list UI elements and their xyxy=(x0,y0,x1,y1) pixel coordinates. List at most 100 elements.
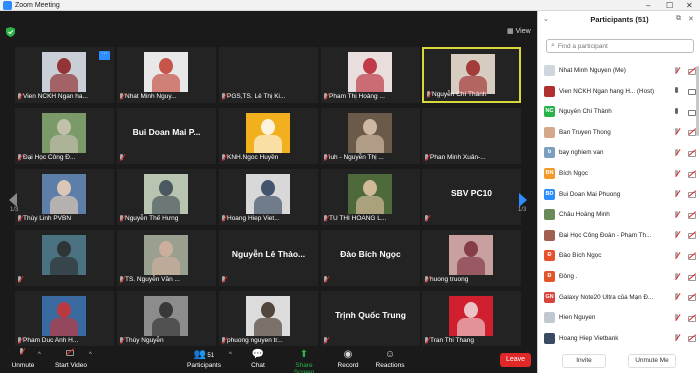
participants-button[interactable]: 👥51 Participants xyxy=(186,348,222,369)
audio-options-caret-icon[interactable]: ^ xyxy=(38,352,41,358)
camera-off-icon xyxy=(688,190,696,199)
minimize-button[interactable]: – xyxy=(646,0,650,11)
video-tile[interactable]: KNH.Ngoc Huyền xyxy=(219,108,318,164)
unmute-me-button[interactable]: Unmute Me xyxy=(628,354,676,368)
participant-row[interactable]: Vien NCKH Ngan hang H... (Host) xyxy=(544,85,696,98)
participant-status-icons xyxy=(674,190,696,199)
microphone-muted-icon xyxy=(424,153,430,162)
participant-name: iuh - Nguyễn Thị ... xyxy=(329,154,384,161)
window-title: Zoom Meeting xyxy=(15,2,60,9)
video-tile[interactable]: Bui Doan Mai P... xyxy=(117,108,216,164)
microphone-muted-icon xyxy=(674,272,682,281)
video-tile[interactable]: Thúy Nguyễn xyxy=(117,291,216,347)
reactions-button[interactable]: ☺ Reactions xyxy=(375,348,405,369)
search-placeholder: Find a participant xyxy=(557,42,608,50)
participant-row[interactable]: Hoang Hiep Vietbank xyxy=(544,332,696,345)
close-button[interactable]: ✕ xyxy=(686,0,693,11)
video-tile[interactable]: Đại Học Công Đ... xyxy=(15,108,114,164)
participant-row[interactable]: Châu Hoàng Minh xyxy=(544,208,696,221)
participant-name: Bui Doan Mai Phuong xyxy=(559,190,621,198)
participant-search-input[interactable]: ⌕ Find a participant xyxy=(546,39,694,53)
participant-status-icons xyxy=(674,251,696,260)
microphone-muted-icon xyxy=(674,66,682,75)
participant-row[interactable]: Đ Đào Bích Ngọc xyxy=(544,249,696,262)
participant-name: PGS,TS. Lê Thị Ki... xyxy=(227,93,286,100)
leave-button[interactable]: Leave xyxy=(500,353,531,367)
share-screen-label: Share Screen xyxy=(293,362,315,373)
video-tile[interactable]: Trịnh Quốc Trung xyxy=(321,291,420,347)
tile-name-label: Đại Học Công Đ... xyxy=(17,153,75,162)
participant-row[interactable]: GN Galaxy Note20 Ultra của Mạn Đ... xyxy=(544,291,696,304)
participant-row[interactable]: b bay nghiem van xyxy=(544,146,696,159)
video-tile[interactable]: Pham Duc Anh H... xyxy=(15,291,114,347)
video-tile[interactable]: ··· Vien NCKH Ngan ha... xyxy=(15,47,114,103)
previous-page-arrow-icon[interactable] xyxy=(9,193,18,207)
tile-more-options-icon[interactable]: ··· xyxy=(99,50,110,60)
microphone-muted-icon xyxy=(674,190,682,198)
participant-row[interactable]: Ban Truyen Thong xyxy=(544,126,696,139)
participant-row[interactable]: Đ Đông . xyxy=(544,270,696,283)
start-video-button[interactable]: Start Video xyxy=(54,348,88,369)
video-tile[interactable]: Nguyễn Lê Thảo... xyxy=(219,230,318,286)
video-tile[interactable]: iuh - Nguyễn Thị ... xyxy=(321,108,420,164)
camera-off-icon xyxy=(688,170,696,178)
next-page-arrow-icon[interactable] xyxy=(518,193,527,207)
video-tile[interactable]: huong truong xyxy=(422,230,521,286)
microphone-muted-icon xyxy=(119,214,125,223)
participant-list-scrollbar[interactable] xyxy=(696,66,699,136)
microphone-muted-icon xyxy=(10,348,36,361)
participant-row[interactable]: BD Bui Doan Mai Phuong xyxy=(544,188,696,201)
avatar: b xyxy=(544,147,555,159)
video-tile[interactable]: Đào Bích Ngọc xyxy=(321,230,420,286)
video-options-caret-icon[interactable]: ^ xyxy=(89,352,92,358)
video-tile[interactable]: Nhat Minh Nguy... xyxy=(117,47,216,103)
video-tile[interactable]: phuong nguyen tr... xyxy=(219,291,318,347)
video-tile[interactable] xyxy=(15,230,114,286)
camera-off-icon xyxy=(688,293,696,302)
tile-name-label xyxy=(17,275,23,284)
participants-options-caret-icon[interactable]: ^ xyxy=(229,352,232,358)
microphone-muted-icon xyxy=(674,231,682,239)
video-tile[interactable]: Thùy Linh PVBN xyxy=(15,169,114,225)
participant-row[interactable]: Hien Nguyen xyxy=(544,311,696,324)
popout-icon[interactable]: ⧉ xyxy=(676,15,681,23)
video-tile[interactable]: TS. Nguyễn Văn ... xyxy=(117,230,216,286)
video-tile[interactable]: SBV PC10 xyxy=(422,169,521,225)
record-button[interactable]: ◉ Record xyxy=(336,348,360,369)
camera-off-icon xyxy=(688,231,696,240)
video-tile[interactable]: PGS,TS. Lê Thị Ki... xyxy=(219,47,318,103)
panel-close-icon[interactable]: ✕ xyxy=(688,15,694,23)
video-tile[interactable]: Nguyễn Chí Thành xyxy=(422,47,521,103)
microphone-muted-icon xyxy=(674,169,682,178)
tile-name-label: Hoang Hiep Viet... xyxy=(221,214,280,223)
video-tile[interactable]: Hoang Hiep Viet... xyxy=(219,169,318,225)
video-tile[interactable]: Tran Thi Thang xyxy=(422,291,521,347)
microphone-muted-icon xyxy=(674,210,682,219)
video-tile[interactable]: Phan Minh Xuân-... xyxy=(422,108,521,164)
video-tile[interactable]: Nguyễn Thế Hưng xyxy=(117,169,216,225)
participant-name: Thùy Linh PVBN xyxy=(23,215,72,222)
participant-row[interactable]: NC Nguyễn Chí Thành xyxy=(544,105,696,118)
participant-row[interactable]: BN Bích Ngọc xyxy=(544,167,696,180)
avatar xyxy=(544,126,555,138)
unmute-button[interactable]: Unmute xyxy=(10,348,36,369)
microphone-muted-icon xyxy=(17,153,23,162)
start-video-label: Start Video xyxy=(54,362,88,369)
invite-button[interactable]: Invite xyxy=(562,354,606,368)
participant-status-icons xyxy=(674,169,696,178)
video-tile[interactable]: TU THI HOANG L... xyxy=(321,169,420,225)
tile-name-label: huong truong xyxy=(424,275,468,284)
security-shield-icon[interactable] xyxy=(6,27,15,37)
maximize-button[interactable]: ☐ xyxy=(666,0,673,11)
avatar xyxy=(544,312,555,324)
video-tile[interactable]: Pham Thị Hoàng ... xyxy=(321,47,420,103)
camera-off-icon xyxy=(688,67,696,75)
unmute-label: Unmute xyxy=(11,362,35,369)
reactions-label: Reactions xyxy=(375,362,405,369)
participant-status-icons xyxy=(674,128,696,137)
participant-row[interactable]: Nhat Minh Nguyen (Me) xyxy=(544,64,696,77)
view-button[interactable]: ▦ View xyxy=(507,27,531,35)
share-screen-button[interactable]: ⬆ Share Screen xyxy=(285,348,323,373)
chat-button[interactable]: 💬 Chat xyxy=(247,348,269,369)
participant-row[interactable]: Đai Học Công Đoàn - Phạm Th... xyxy=(544,229,696,242)
